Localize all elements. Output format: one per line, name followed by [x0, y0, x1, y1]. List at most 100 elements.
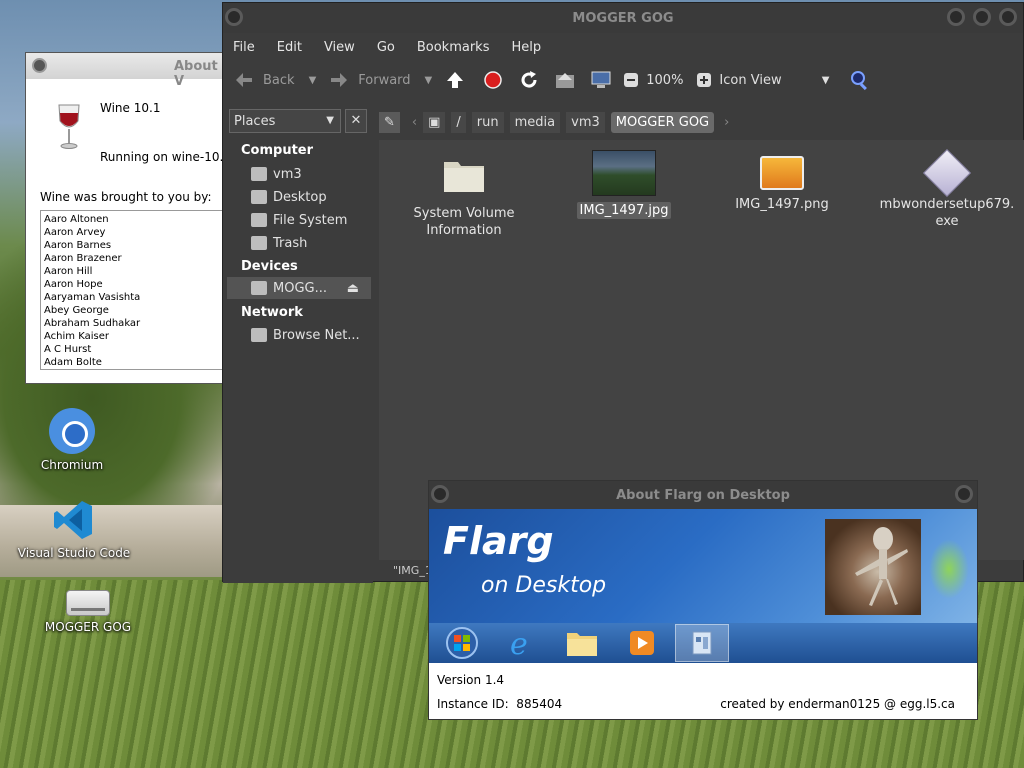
- version-text: Version 1.4: [437, 673, 505, 687]
- menu-bookmarks[interactable]: Bookmarks: [417, 40, 490, 55]
- flarg-app-icon: [675, 624, 729, 662]
- window-menu-icon[interactable]: [32, 58, 47, 73]
- file-name: System Volume Information: [413, 206, 515, 238]
- desktop-icon-label: Chromium: [40, 458, 104, 472]
- list-item: A C Hurst: [44, 344, 92, 355]
- desktop-folder-icon: [251, 190, 267, 204]
- edit-path-icon[interactable]: ✎: [379, 111, 400, 133]
- places-label: Places: [234, 114, 276, 129]
- list-item: Aaron Hope: [44, 279, 103, 290]
- file-name: IMG_1497.jpg: [576, 202, 672, 219]
- breadcrumb-run[interactable]: run: [471, 111, 504, 133]
- search-icon[interactable]: [849, 69, 871, 91]
- desktop-icon-label: Visual Studio Code: [17, 546, 131, 560]
- view-mode-label: Icon View: [719, 72, 782, 88]
- home-folder-icon: [251, 167, 267, 181]
- sidebar-item-browse-network[interactable]: Browse Net...: [251, 324, 373, 346]
- places-select[interactable]: Places ▼: [229, 109, 341, 133]
- zoom-in-icon[interactable]: [693, 69, 715, 91]
- wine-glass-icon: [58, 104, 80, 149]
- sidebar: Places ▼ ✕ Computer vm3 Desktop File Sys…: [223, 107, 373, 583]
- file-item-folder[interactable]: System Volume Information: [399, 156, 529, 239]
- sidebar-item-label: Desktop: [273, 189, 327, 205]
- list-item: Aaron Brazener: [44, 253, 122, 264]
- desktop-icon-chromium[interactable]: Chromium: [12, 408, 132, 472]
- credit-text: created by enderman0125 @ egg.l5.ca: [720, 697, 955, 711]
- up-arrow-icon[interactable]: [444, 69, 466, 91]
- breadcrumb-media[interactable]: media: [509, 111, 561, 133]
- close-sidebar-button[interactable]: ✕: [345, 109, 367, 133]
- sidebar-item-label: File System: [273, 212, 348, 228]
- list-item: Achim Kaiser: [44, 331, 109, 342]
- window-menu-icon[interactable]: [431, 485, 449, 503]
- menu-go[interactable]: Go: [377, 40, 395, 55]
- sidebar-item-desktop[interactable]: Desktop: [251, 186, 373, 208]
- menu-help[interactable]: Help: [511, 40, 541, 55]
- wine-running-on: Running on wine-10.1: [100, 150, 231, 164]
- home-icon[interactable]: [554, 69, 576, 91]
- flarg-banner: Flarg on Desktop: [429, 509, 977, 623]
- wine-credits-heading: Wine was brought to you by:: [40, 190, 212, 204]
- chevron-left-icon[interactable]: ‹: [412, 115, 417, 130]
- drive-icon[interactable]: ▣: [423, 111, 446, 133]
- vscode-icon: [52, 498, 96, 542]
- list-item: Adam Bolte: [44, 357, 102, 368]
- window-title: About Flarg on Desktop: [616, 488, 790, 503]
- file-item-png[interactable]: IMG_1497.png: [717, 156, 847, 213]
- sidebar-item-mogger-gog[interactable]: MOGG... ⏏: [227, 277, 371, 299]
- stop-icon[interactable]: [482, 69, 504, 91]
- close-icon[interactable]: [955, 485, 973, 503]
- desktop-icon-vscode[interactable]: Visual Studio Code: [14, 498, 134, 560]
- list-item: Abraham Sudhakar: [44, 318, 141, 329]
- maximize-icon[interactable]: [973, 8, 991, 26]
- menu-file[interactable]: File: [233, 40, 255, 55]
- network-icon: [251, 328, 267, 342]
- image-file-icon: [760, 156, 804, 190]
- list-item: Aaron Arvey: [44, 227, 106, 238]
- app-name: Flarg: [443, 519, 554, 563]
- menu-view[interactable]: View: [324, 40, 355, 55]
- drive-icon: [251, 281, 267, 295]
- flarg-taskbar-preview: e: [429, 623, 977, 663]
- sidebar-item-trash[interactable]: Trash: [251, 232, 373, 254]
- svg-text:e: e: [510, 627, 528, 660]
- wine-contributors-list[interactable]: Aaro Altonen Aaron Arvey Aaron Barnes Aa…: [40, 210, 225, 370]
- minimize-icon[interactable]: [947, 8, 965, 26]
- breadcrumb-root[interactable]: /: [451, 111, 466, 133]
- chevron-right-icon[interactable]: ›: [724, 115, 729, 130]
- menu-bar: File Edit View Go Bookmarks Help: [223, 33, 1023, 61]
- eject-icon[interactable]: ⏏: [347, 281, 359, 296]
- forward-label: Forward: [358, 72, 411, 88]
- flarg-titlebar[interactable]: About Flarg on Desktop: [429, 481, 977, 509]
- chevron-down-icon: ▼: [821, 74, 830, 86]
- window-menu-icon[interactable]: [225, 8, 243, 26]
- chevron-down-icon[interactable]: ▼: [309, 75, 317, 86]
- forward-button[interactable]: Forward ▼: [328, 69, 432, 91]
- close-icon[interactable]: [999, 8, 1017, 26]
- back-label: Back: [263, 72, 295, 88]
- desktop-icon-drive[interactable]: MOGGER GOG: [28, 590, 148, 634]
- zoom-level: 100%: [646, 72, 684, 88]
- chevron-down-icon[interactable]: ▼: [425, 75, 433, 86]
- zoom-out-icon[interactable]: [620, 69, 642, 91]
- breadcrumb-vm3[interactable]: vm3: [566, 111, 605, 133]
- list-item: Aaron Barnes: [44, 240, 112, 251]
- back-button[interactable]: Back ▼: [233, 69, 316, 91]
- menu-edit[interactable]: Edit: [277, 40, 302, 55]
- chromium-icon: [49, 408, 95, 454]
- reload-icon[interactable]: [518, 69, 540, 91]
- file-item-jpg[interactable]: IMG_1497.jpg: [559, 150, 689, 219]
- file-manager-titlebar[interactable]: MOGGER GOG: [223, 3, 1023, 33]
- start-orb-icon: [435, 624, 489, 662]
- sidebar-item-file-system[interactable]: File System: [251, 209, 373, 231]
- folder-icon: [555, 624, 609, 662]
- app-subtitle: on Desktop: [481, 573, 607, 598]
- computer-icon[interactable]: [590, 69, 612, 91]
- view-mode-select[interactable]: Icon View ▼: [719, 73, 829, 88]
- wine-about-titlebar[interactable]: About V: [26, 53, 224, 89]
- sidebar-item-label: Browse Net...: [273, 327, 360, 343]
- window-title: MOGGER GOG: [572, 11, 674, 26]
- breadcrumb-mogger-gog[interactable]: MOGGER GOG: [610, 111, 715, 133]
- file-item-exe[interactable]: mbwondersetup679.exe: [877, 148, 1017, 230]
- sidebar-item-vm3[interactable]: vm3: [251, 163, 373, 185]
